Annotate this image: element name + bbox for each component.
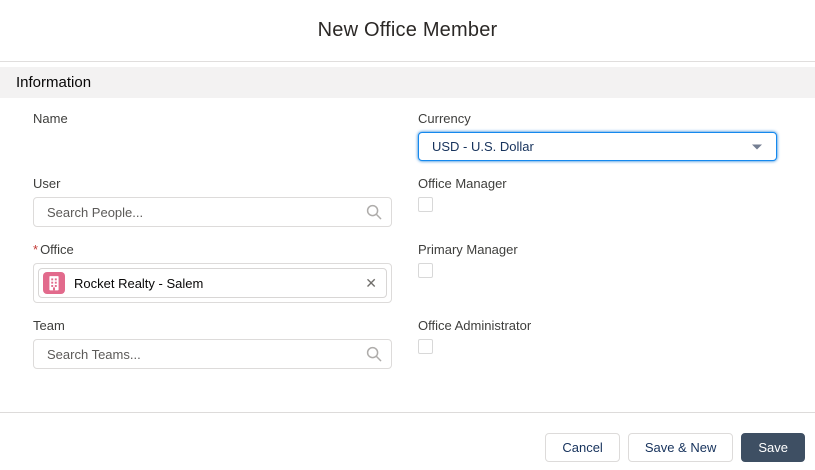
save-and-new-button[interactable]: Save & New [627, 433, 734, 462]
office-administrator-checkbox[interactable] [418, 339, 433, 354]
team-label: Team [33, 318, 65, 333]
currency-select[interactable]: USD - U.S. Dollar [418, 132, 777, 161]
field-name: Name [33, 112, 392, 161]
office-label-text: Office [40, 242, 74, 257]
close-icon[interactable]: ✕ [365, 276, 377, 290]
user-search-input[interactable] [33, 197, 392, 227]
required-asterisk: * [33, 242, 39, 257]
chevron-down-icon [752, 144, 762, 149]
currency-selected-value: USD - U.S. Dollar [432, 139, 534, 154]
office-pill-label: Rocket Realty - Salem [74, 275, 204, 291]
save-button[interactable]: Save [741, 433, 805, 462]
office-manager-label: Office Manager [418, 176, 507, 191]
user-label: User [33, 176, 61, 191]
primary-manager-checkbox[interactable] [418, 263, 433, 278]
modal-footer: Cancel Save & New Save [0, 433, 815, 462]
field-currency: Currency USD - U.S. Dollar [418, 112, 777, 161]
modal-header: New Office Member [0, 0, 815, 62]
field-office-administrator: Office Administrator [418, 319, 777, 369]
field-office-manager: Office Manager [418, 177, 777, 227]
section-header-information: Information [0, 67, 815, 98]
office-administrator-label: Office Administrator [418, 318, 532, 333]
footer-divider [0, 412, 815, 413]
name-label: Name [33, 111, 68, 126]
field-team: Team [33, 319, 392, 369]
primary-manager-label: Primary Manager [418, 242, 518, 257]
cancel-button[interactable]: Cancel [545, 433, 620, 462]
office-manager-checkbox[interactable] [418, 197, 433, 212]
office-lookup-field[interactable]: Rocket Realty - Salem ✕ [33, 263, 392, 303]
office-selected-pill[interactable]: Rocket Realty - Salem ✕ [38, 268, 387, 298]
office-label: * Office [33, 243, 392, 257]
team-search-input[interactable] [33, 339, 392, 369]
form-grid: Name Currency USD - U.S. Dollar User Off… [0, 98, 815, 385]
section-title: Information [16, 74, 92, 91]
building-icon [43, 272, 65, 294]
field-primary-manager: Primary Manager [418, 243, 777, 303]
field-office: * Office Rocket Realty - Salem ✕ [33, 243, 392, 303]
page-title: New Office Member [317, 19, 498, 41]
currency-label: Currency [418, 111, 471, 126]
field-user: User [33, 177, 392, 227]
